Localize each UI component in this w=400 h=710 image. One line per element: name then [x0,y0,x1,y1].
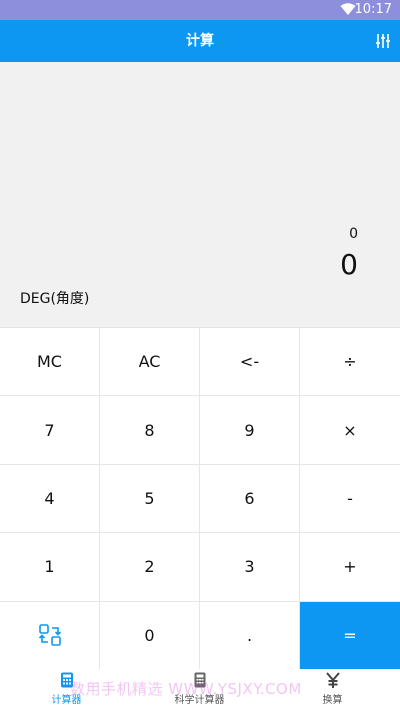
tab-conversion[interactable]: 换算 [266,669,399,710]
status-time: 10:17 [354,2,392,17]
app-bar: 计算 [0,20,400,62]
multiply-button[interactable]: × [300,396,400,465]
digit-0-button[interactable]: 0 [100,601,200,670]
keypad: MC AC <- ÷ 7 8 9 × 4 5 6 - 1 2 3 + 0 . = [0,327,400,670]
digit-5-button[interactable]: 5 [100,464,200,534]
switch-mode-button[interactable] [0,601,100,670]
digit-2-button[interactable]: 2 [100,533,200,602]
backspace-button[interactable]: <- [200,328,300,397]
digit-6-button[interactable]: 6 [200,464,300,534]
decimal-point-button[interactable]: . [200,601,300,670]
plus-button[interactable]: + [300,533,400,602]
tab-calculator[interactable]: 计算器 [0,669,133,710]
tab-scientific-calculator[interactable]: 科学计算器 [133,669,266,710]
page-title: 计算 [186,33,214,49]
digit-7-button[interactable]: 7 [0,396,100,465]
tab-calculator-label: 计算器 [51,695,82,706]
tab-scientific-calculator-label: 科学计算器 [174,695,225,706]
tab-conversion-label: 换算 [322,695,343,706]
result-text: 0 [340,248,358,281]
divide-button[interactable]: ÷ [300,328,400,397]
bottom-tab-bar: 计算器 科学计算器 换算 [0,669,400,710]
expression-text: 0 [349,226,358,242]
status-bar: 10:17 [0,0,400,20]
settings-sliders-icon[interactable] [374,32,392,50]
digit-8-button[interactable]: 8 [100,396,200,465]
digit-9-button[interactable]: 9 [200,396,300,465]
digit-1-button[interactable]: 1 [0,533,100,602]
digit-4-button[interactable]: 4 [0,464,100,534]
digit-3-button[interactable]: 3 [200,533,300,602]
swap-icon [38,624,61,647]
ac-button[interactable]: AC [100,328,200,397]
angle-mode-label[interactable]: DEG(角度) [20,288,89,308]
calculator-icon [60,672,73,688]
minus-button[interactable]: - [300,464,400,534]
yen-icon [325,672,340,688]
calculator-display: 0 0 DEG(角度) [0,62,400,327]
mc-button[interactable]: MC [0,328,100,397]
equals-button[interactable]: = [300,601,400,670]
scientific-calculator-icon [194,672,205,688]
